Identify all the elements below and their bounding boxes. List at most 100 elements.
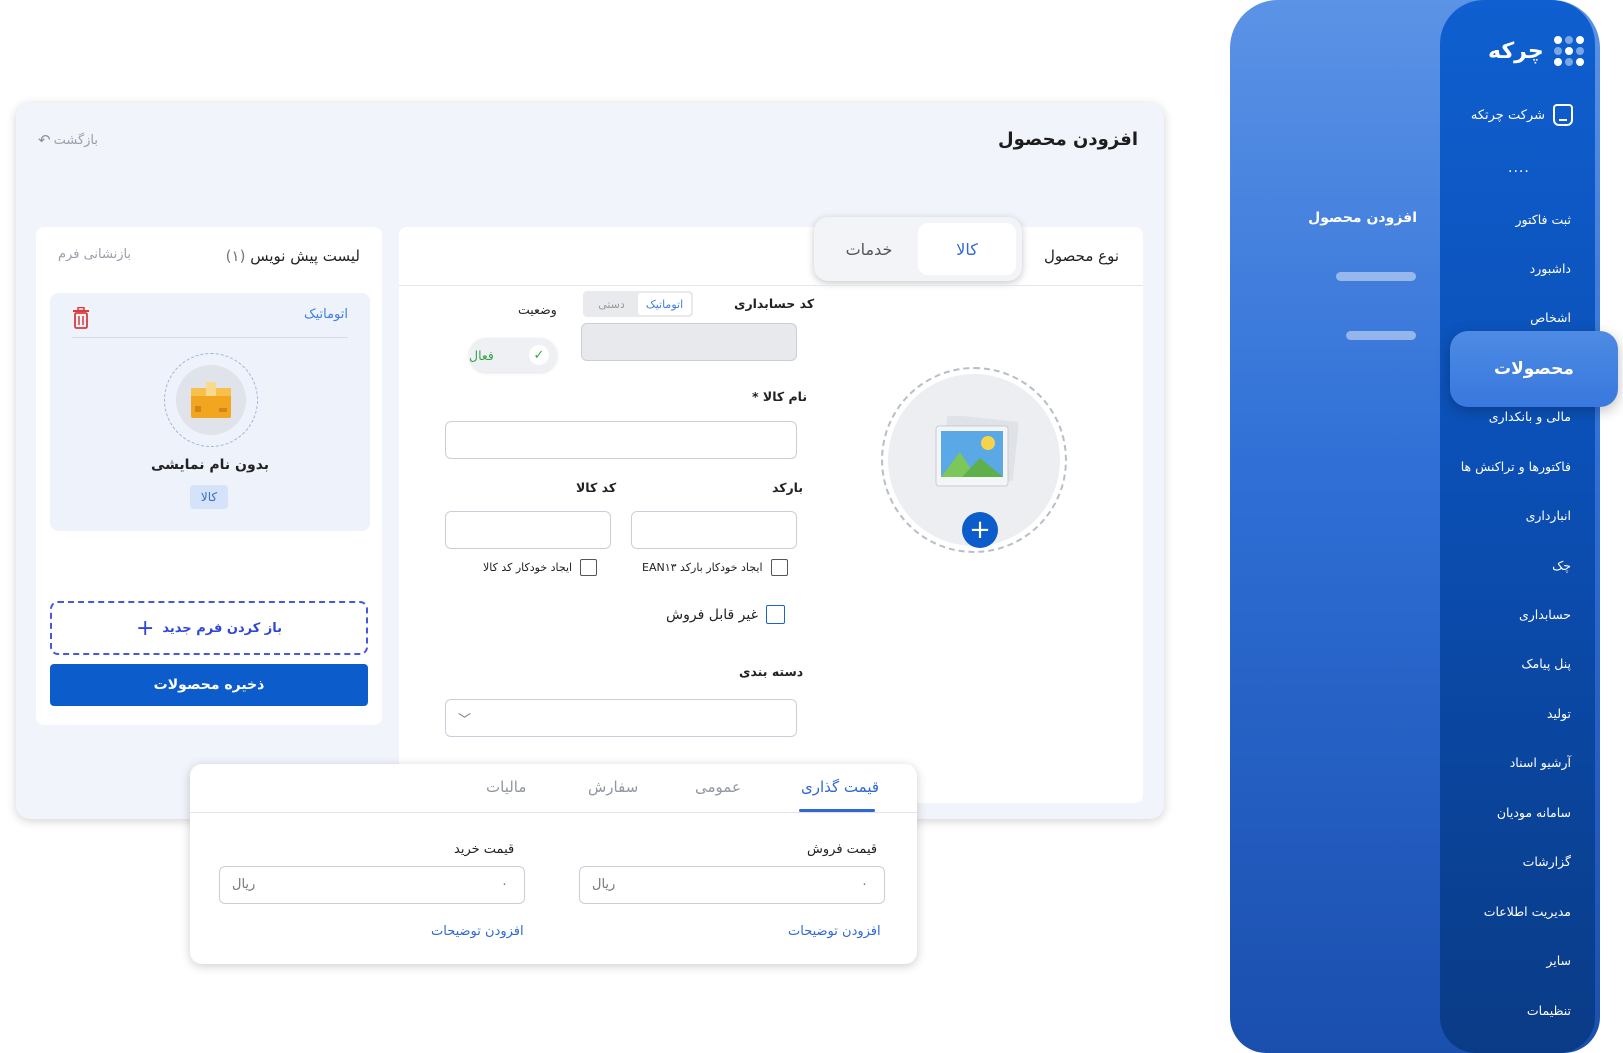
tab-order[interactable]: سفارش bbox=[588, 778, 638, 796]
reset-form-button[interactable]: بازنشانی فرم bbox=[58, 247, 131, 262]
draft-item-name: بدون نام نمایشی bbox=[150, 457, 270, 473]
chevron-down-icon: ﹀ bbox=[458, 713, 472, 728]
box-icon bbox=[191, 382, 231, 418]
logo-icon bbox=[1553, 36, 1584, 66]
sidebar-item-data-management[interactable]: مدیریت اطلاعات bbox=[1484, 904, 1571, 919]
sidebar-item-finance[interactable]: مالی و بانکداری bbox=[1489, 409, 1571, 424]
sell-price-value: ۰ bbox=[861, 877, 868, 892]
add-product-window: افزودن محصول بازگشت ↶ لیست پیش نویس (۱) … bbox=[16, 103, 1164, 819]
sidebar-item-invoices-transactions[interactable]: فاکتورها و تراکنش ها bbox=[1461, 459, 1571, 474]
brand-logo[interactable]: چرکه bbox=[1488, 36, 1584, 66]
draft-item-type-badge: کالا bbox=[190, 485, 228, 509]
draft-product-image bbox=[164, 353, 258, 447]
submenu-placeholder-item bbox=[1346, 331, 1416, 340]
more-indicator: .... bbox=[1508, 160, 1530, 176]
back-arrow-icon: ↶ bbox=[38, 131, 51, 149]
not-for-sale-checkbox[interactable] bbox=[765, 605, 785, 624]
brand-name: چرکه bbox=[1488, 38, 1544, 64]
product-name-input[interactable] bbox=[445, 421, 797, 459]
draft-list-title: لیست پیش نویس (۱) bbox=[226, 247, 360, 265]
barcode-input[interactable] bbox=[631, 511, 797, 549]
sidebar-item-cheque[interactable]: چک bbox=[1552, 558, 1571, 573]
auto-barcode-checkbox[interactable] bbox=[770, 559, 788, 576]
buy-price-currency: ریال bbox=[232, 877, 256, 892]
sell-price-currency: ریال bbox=[592, 877, 616, 892]
accounting-code-label: کد حسابداری bbox=[734, 296, 815, 311]
submenu-title[interactable]: افزودن محصول bbox=[1308, 210, 1417, 226]
tab-pricing[interactable]: قیمت گذاری bbox=[801, 778, 879, 796]
product-type-switch: خدمات کالا bbox=[814, 217, 1022, 281]
company-selector[interactable]: شرکت چرتکه bbox=[1471, 104, 1573, 126]
sidebar-item-warehouse[interactable]: انبارداری bbox=[1526, 508, 1571, 523]
sidebar-item-accounting[interactable]: حسابداری bbox=[1519, 607, 1571, 622]
mode-option-automatic[interactable]: اتوماتیک bbox=[638, 293, 691, 315]
buy-add-description-link[interactable]: افزودن توضیحات bbox=[431, 924, 524, 939]
barcode-label: بارکد bbox=[772, 480, 804, 495]
buy-price-input[interactable]: ۰ ریال bbox=[219, 866, 525, 904]
accounting-code-input[interactable] bbox=[581, 323, 797, 361]
active-tab-indicator bbox=[799, 809, 875, 812]
product-type-label: نوع محصول bbox=[1043, 247, 1119, 265]
status-value: فعال bbox=[469, 347, 494, 363]
add-image-plus-icon[interactable]: + bbox=[962, 512, 998, 548]
auto-code-option[interactable]: ایجاد خودکار کد کالا bbox=[483, 559, 598, 576]
submenu-placeholder-item bbox=[1336, 272, 1416, 281]
open-new-form-button[interactable]: باز کردن فرم جدید + bbox=[50, 601, 368, 655]
type-option-services[interactable]: خدمات bbox=[820, 223, 918, 275]
open-new-form-label: باز کردن فرم جدید bbox=[162, 620, 283, 636]
trash-icon[interactable] bbox=[72, 307, 90, 329]
sidebar-item-other[interactable]: سایر bbox=[1546, 953, 1571, 968]
status-toggle[interactable]: فعال ✓ bbox=[469, 338, 557, 372]
sidebar-item-document-archive[interactable]: آرشیو اسناد bbox=[1510, 755, 1571, 770]
product-name-label: نام کالا * bbox=[752, 389, 808, 404]
draft-item[interactable]: اتوماتیک بدون نام نمایشی کالا bbox=[50, 293, 370, 531]
buy-price-value: ۰ bbox=[501, 877, 508, 892]
draft-count: (۱) bbox=[225, 247, 246, 265]
auto-code-label: ایجاد خودکار کد کالا bbox=[483, 561, 573, 574]
sell-price-label: قیمت فروش bbox=[807, 842, 878, 857]
category-label: دسته بندی bbox=[739, 664, 804, 679]
draft-list-title-text: لیست پیش نویس bbox=[250, 247, 360, 265]
draft-list-panel: لیست پیش نویس (۱) بازنشانی فرم اتوماتیک bbox=[36, 227, 382, 725]
check-icon: ✓ bbox=[529, 345, 549, 365]
category-select[interactable]: ﹀ bbox=[445, 699, 797, 737]
sidebar-item-persons[interactable]: اشخاص bbox=[1530, 310, 1571, 325]
auto-barcode-option[interactable]: ایجاد خودکار بارکد EAN۱۳ bbox=[642, 559, 788, 576]
plus-icon: + bbox=[135, 615, 155, 641]
buy-price-label: قیمت خرید bbox=[454, 842, 515, 857]
back-button[interactable]: بازگشت ↶ bbox=[38, 131, 98, 149]
home-icon bbox=[1553, 104, 1573, 126]
product-code-label: کد کالا bbox=[576, 480, 617, 495]
tab-bar: قیمت گذاری عمومی سفارش مالیات bbox=[190, 764, 917, 813]
auto-code-checkbox[interactable] bbox=[580, 559, 598, 576]
product-details-tabs-card: قیمت گذاری عمومی سفارش مالیات قیمت فروش … bbox=[190, 764, 917, 964]
sell-price-input[interactable]: ۰ ریال bbox=[579, 866, 885, 904]
sell-add-description-link[interactable]: افزودن توضیحات bbox=[788, 924, 881, 939]
save-products-button[interactable]: ذخیره محصولات bbox=[50, 664, 368, 706]
image-placeholder-icon bbox=[935, 416, 1019, 487]
sidebar-item-settings[interactable]: تنظیمات bbox=[1527, 1003, 1571, 1018]
company-name: شرکت چرتکه bbox=[1470, 107, 1545, 123]
not-for-sale-label: غیر قابل فروش bbox=[666, 606, 758, 623]
sidebar-item-reports[interactable]: گزارشات bbox=[1523, 854, 1571, 869]
tab-general[interactable]: عمومی bbox=[695, 778, 741, 796]
sidebar-item-invoice[interactable]: ثبت فاکتور bbox=[1516, 212, 1572, 227]
product-image-upload[interactable]: + bbox=[881, 367, 1067, 553]
mode-option-manual[interactable]: دستی bbox=[585, 293, 638, 315]
draft-item-mode: اتوماتیک bbox=[303, 307, 348, 322]
accounting-code-mode-toggle: دستی اتوماتیک bbox=[583, 291, 693, 317]
divider bbox=[72, 337, 348, 338]
divider bbox=[399, 285, 1143, 286]
page-title: افزودن محصول bbox=[998, 129, 1138, 150]
tab-tax[interactable]: مالیات bbox=[486, 778, 526, 796]
sidebar-item-taxpayers-system[interactable]: سامانه مودیان bbox=[1497, 805, 1571, 820]
type-option-goods[interactable]: کالا bbox=[918, 223, 1016, 275]
not-for-sale-option[interactable]: غیر قابل فروش bbox=[666, 605, 785, 624]
product-form-panel: نوع محصول خدمات کالا + کد حسابداری دستی … bbox=[399, 217, 1143, 803]
sidebar-item-sms-panel[interactable]: پنل پیامک bbox=[1521, 656, 1571, 671]
sidebar-item-products[interactable]: محصولات bbox=[1450, 331, 1618, 407]
product-code-input[interactable] bbox=[445, 511, 611, 549]
sidebar bbox=[1440, 0, 1595, 1053]
sidebar-item-dashboard[interactable]: داشبورد bbox=[1530, 261, 1571, 276]
sidebar-item-production[interactable]: تولید bbox=[1547, 706, 1571, 721]
